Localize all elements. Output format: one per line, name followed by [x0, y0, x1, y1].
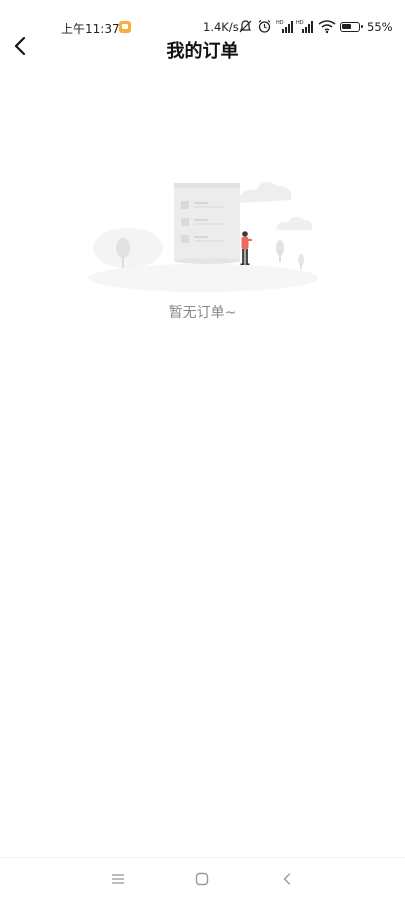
- menu-icon: [112, 874, 124, 884]
- empty-state-message: 暂无订单~: [168, 305, 237, 321]
- signal-hd-icon: HD: [276, 20, 293, 33]
- status-bar: 上午11:37 1.4K/s HD HD 55%: [0, 0, 405, 36]
- battery-icon: [340, 22, 363, 32]
- empty-orders-illustration: [88, 181, 318, 292]
- alarm-icon: [258, 20, 271, 33]
- svg-text:HD: HD: [276, 20, 284, 26]
- back-icon: [283, 873, 291, 885]
- wifi-icon: [318, 20, 336, 34]
- status-time: 上午11:37: [61, 22, 120, 36]
- notification-icon: [119, 21, 131, 33]
- system-nav-bar: [0, 857, 405, 901]
- battery-percentage: 55%: [367, 20, 393, 34]
- nav-menu-button[interactable]: [103, 866, 133, 892]
- svg-text:HD: HD: [296, 20, 304, 26]
- nav-back-button[interactable]: [272, 866, 302, 892]
- home-icon: [195, 872, 209, 886]
- network-speed: 1.4K/s: [203, 20, 239, 34]
- mute-icon: [239, 20, 252, 33]
- page-title: 我的订单: [166, 41, 239, 62]
- nav-home-button[interactable]: [187, 866, 217, 892]
- signal-hd-icon: HD: [296, 20, 313, 33]
